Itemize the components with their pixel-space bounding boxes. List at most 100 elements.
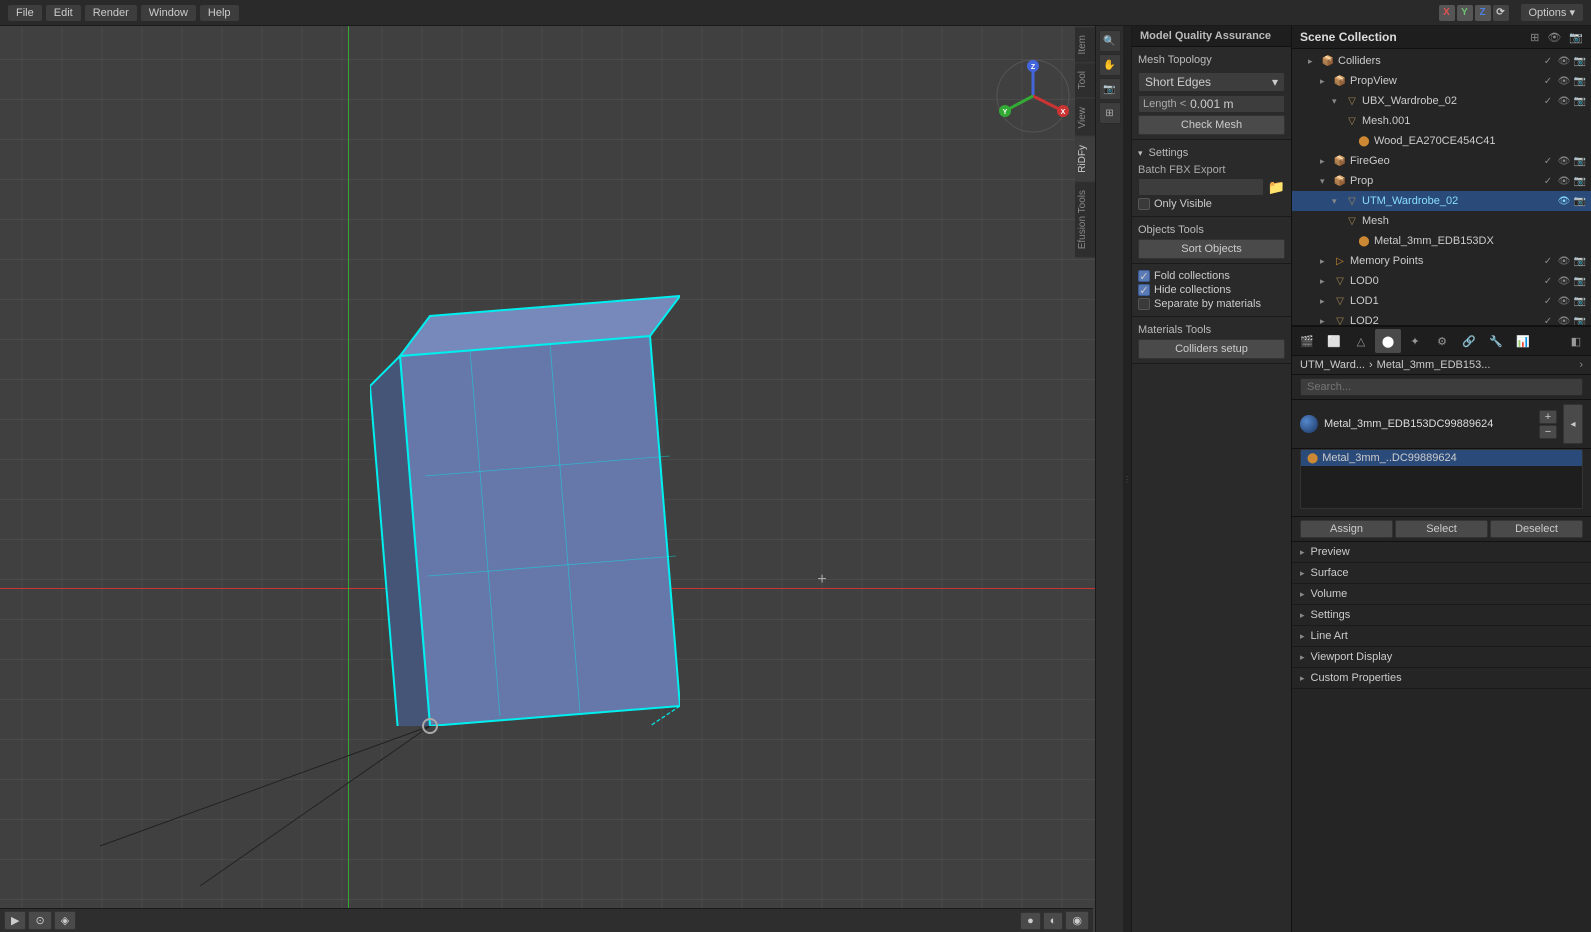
- eye-lod1[interactable]: 👁: [1557, 294, 1571, 308]
- hand-btn[interactable]: ✋: [1099, 54, 1121, 76]
- check-firegeo[interactable]: ✓: [1541, 154, 1555, 168]
- axis-y-icon[interactable]: Y: [1457, 5, 1473, 21]
- props-icon-physics[interactable]: ⚙: [1429, 329, 1455, 353]
- props-icon-modifiers[interactable]: 🔧: [1483, 329, 1509, 353]
- axis-z-icon[interactable]: Z: [1475, 5, 1491, 21]
- cam-memory[interactable]: 📷: [1573, 254, 1587, 268]
- menu-window[interactable]: Window: [141, 5, 196, 21]
- tree-item-mesh[interactable]: ▽ Mesh: [1292, 211, 1591, 231]
- tree-item-memory[interactable]: ▸ ▷ Memory Points ✓ 👁 📷: [1292, 251, 1591, 271]
- scene-panel-camera-icon[interactable]: 📷: [1569, 31, 1583, 44]
- options-btn[interactable]: Options ▾: [1521, 4, 1584, 21]
- fold-collections-checkbox[interactable]: ✓: [1138, 270, 1150, 282]
- hide-collections-checkbox[interactable]: ✓: [1138, 284, 1150, 296]
- tree-item-prop[interactable]: ▾ 📦 Prop ✓ 👁 📷: [1292, 171, 1591, 191]
- mat-add-btn[interactable]: +: [1539, 410, 1557, 424]
- props-icon-material[interactable]: ⬤: [1375, 329, 1401, 353]
- check-ubx[interactable]: ✓: [1541, 94, 1555, 108]
- props-icon-view[interactable]: ◧: [1563, 329, 1589, 353]
- length-value[interactable]: 0.001 m: [1190, 97, 1280, 111]
- mat-remove-btn[interactable]: −: [1539, 425, 1557, 439]
- side-label-item[interactable]: Item: [1075, 26, 1095, 62]
- props-section-lineart[interactable]: ▸ Line Art: [1292, 626, 1591, 647]
- cam-utm[interactable]: 📷: [1573, 194, 1587, 208]
- cam-prop[interactable]: 📷: [1573, 174, 1587, 188]
- eye-lod2[interactable]: 👁: [1557, 314, 1571, 325]
- check-lod1[interactable]: ✓: [1541, 294, 1555, 308]
- props-search-input[interactable]: [1300, 378, 1583, 396]
- tree-item-lod1[interactable]: ▸ ▽ LOD1 ✓ 👁 📷: [1292, 291, 1591, 311]
- short-edges-dropdown[interactable]: Short Edges ▾: [1138, 72, 1285, 92]
- tree-item-lod0[interactable]: ▸ ▽ LOD0 ✓ 👁 📷: [1292, 271, 1591, 291]
- props-section-preview[interactable]: ▸ Preview: [1292, 542, 1591, 563]
- material-list-item[interactable]: ⬤ Metal_3mm_..DC99889624: [1301, 450, 1582, 466]
- tree-item-colliders[interactable]: ▸ 📦 Colliders ✓ 👁 📷: [1292, 51, 1591, 71]
- viewport-overlay-btn[interactable]: ⊙: [28, 911, 51, 930]
- panel-divider[interactable]: ⋮: [1123, 26, 1131, 932]
- menu-edit[interactable]: Edit: [46, 5, 81, 21]
- props-icon-constraints[interactable]: 🔗: [1456, 329, 1482, 353]
- only-visible-checkbox[interactable]: [1138, 198, 1150, 210]
- colliders-setup-btn[interactable]: Colliders setup: [1138, 339, 1285, 359]
- cam-lod0[interactable]: 📷: [1573, 274, 1587, 288]
- tree-item-wood[interactable]: ⬤ Wood_EA270CE454C41: [1292, 131, 1591, 151]
- viewport-shading-btn[interactable]: ▶: [4, 911, 26, 930]
- props-icon-particles[interactable]: ✦: [1402, 329, 1428, 353]
- breadcrumb-part1[interactable]: UTM_Ward...: [1300, 359, 1365, 371]
- props-section-volume[interactable]: ▸ Volume: [1292, 584, 1591, 605]
- eye-memory[interactable]: 👁: [1557, 254, 1571, 268]
- side-label-ridfy[interactable]: RiDFy: [1075, 136, 1095, 181]
- tree-eye-icon[interactable]: 👁: [1557, 54, 1571, 68]
- check-memory[interactable]: ✓: [1541, 254, 1555, 268]
- side-label-tool[interactable]: Tool: [1075, 62, 1095, 97]
- props-icon-mesh[interactable]: △: [1348, 329, 1374, 353]
- tree-item-lod2[interactable]: ▸ ▽ LOD2 ✓ 👁 📷: [1292, 311, 1591, 325]
- materials-tools-header[interactable]: Materials Tools: [1138, 321, 1285, 339]
- axis-x-icon[interactable]: X: [1439, 5, 1455, 21]
- batch-fbx-input[interactable]: [1138, 178, 1264, 196]
- viewport-shading-render-btn[interactable]: ◉: [1065, 911, 1089, 930]
- props-section-viewport[interactable]: ▸ Viewport Display: [1292, 647, 1591, 668]
- assign-btn[interactable]: Assign: [1300, 520, 1393, 538]
- axis-extra-icon[interactable]: ⟳: [1493, 5, 1509, 21]
- eye-prop[interactable]: 👁: [1557, 174, 1571, 188]
- deselect-btn[interactable]: Deselect: [1490, 520, 1583, 538]
- tree-item-metal[interactable]: ⬤ Metal_3mm_EDB153DX: [1292, 231, 1591, 251]
- cam-lod1[interactable]: 📷: [1573, 294, 1587, 308]
- tree-item-propview[interactable]: ▸ 📦 PropView ✓ 👁 📷: [1292, 71, 1591, 91]
- tree-cam-icon[interactable]: 📷: [1573, 54, 1587, 68]
- check-icon[interactable]: ✓: [1541, 74, 1555, 88]
- viewport[interactable]: + Z X Y 🔍 ✋ 📷 ⊞: [0, 26, 1123, 932]
- scene-panel-eye-icon[interactable]: 👁: [1547, 31, 1561, 44]
- eye-ubx[interactable]: 👁: [1557, 94, 1571, 108]
- tree-item-mesh001[interactable]: ▽ Mesh.001: [1292, 111, 1591, 131]
- props-icon-scene[interactable]: 🎬: [1294, 329, 1320, 353]
- cam-lod2[interactable]: 📷: [1573, 314, 1587, 325]
- zoom-btn[interactable]: 🔍: [1099, 30, 1121, 52]
- menu-render[interactable]: Render: [85, 5, 137, 21]
- check-lod2[interactable]: ✓: [1541, 314, 1555, 325]
- check-lod0[interactable]: ✓: [1541, 274, 1555, 288]
- select-btn[interactable]: Select: [1395, 520, 1488, 538]
- tree-item-firegeo[interactable]: ▸ 📦 FireGeo ✓ 👁 📷: [1292, 151, 1591, 171]
- viewport-shading-mat-btn[interactable]: ◐: [1043, 912, 1064, 930]
- mesh-topology-header[interactable]: Mesh Topology: [1138, 51, 1285, 69]
- separate-by-materials-checkbox[interactable]: [1138, 298, 1150, 310]
- tree-item-ubx[interactable]: ▾ ▽ UBX_Wardrobe_02 ✓ 👁 📷: [1292, 91, 1591, 111]
- breadcrumb-part2[interactable]: Metal_3mm_EDB153...: [1377, 359, 1491, 371]
- eye-icon[interactable]: 👁: [1557, 74, 1571, 88]
- cam-icon[interactable]: 📷: [1573, 74, 1587, 88]
- tree-check-icon[interactable]: ✓: [1541, 54, 1555, 68]
- props-section-surface[interactable]: ▸ Surface: [1292, 563, 1591, 584]
- orientation-gizmo[interactable]: Z X Y: [993, 56, 1073, 136]
- check-prop[interactable]: ✓: [1541, 174, 1555, 188]
- scene-panel-filter-icon[interactable]: ⊞: [1530, 31, 1539, 44]
- menu-file[interactable]: File: [8, 5, 42, 21]
- folder-icon[interactable]: 📁: [1268, 179, 1285, 196]
- settings-header[interactable]: ▾ Settings: [1138, 144, 1285, 162]
- objects-tools-header[interactable]: Objects Tools: [1138, 221, 1285, 239]
- props-section-custom[interactable]: ▸ Custom Properties: [1292, 668, 1591, 689]
- props-icon-data[interactable]: 📊: [1510, 329, 1536, 353]
- props-icon-object[interactable]: ⬜: [1321, 329, 1347, 353]
- mat-triangle-btn[interactable]: ◂: [1563, 404, 1583, 444]
